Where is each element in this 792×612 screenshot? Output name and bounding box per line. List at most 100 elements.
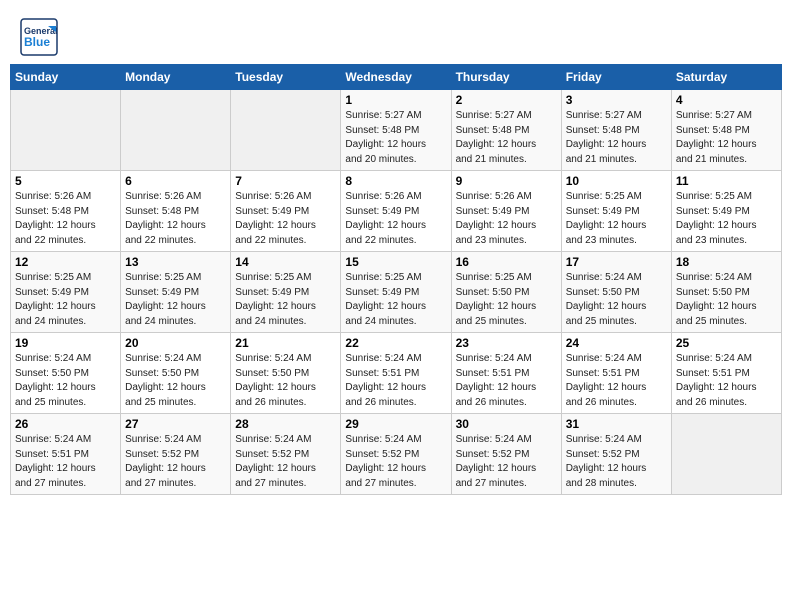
calendar-day-cell: 5 Sunrise: 5:26 AMSunset: 5:48 PMDaylight… [11,171,121,252]
day-number: 17 [566,255,667,269]
calendar-day-cell: 14Sunrise: 5:25 AMSunset: 5:49 PMDayligh… [231,252,341,333]
day-number: 8 [345,174,446,188]
day-info: Sunrise: 5:26 AMSunset: 5:48 PMDaylight:… [15,190,116,248]
day-info: Sunrise: 5:24 AMSunset: 5:52 PMDaylight:… [125,433,226,491]
day-of-week-header: Tuesday [231,65,341,90]
day-number: 22 [345,336,446,350]
day-info: Sunrise: 5:25 AMSunset: 5:49 PMDaylight:… [125,271,226,329]
calendar-day-cell: 25 Sunrise: 5:24 AMSunset: 5:51 PMDayligh… [671,333,781,414]
day-number: 26 [15,417,116,431]
calendar-day-cell: 17Sunrise: 5:24 AMSunset: 5:50 PMDayligh… [561,252,671,333]
day-info: Sunrise: 5:25 AMSunset: 5:49 PMDaylight:… [15,271,116,329]
day-number: 5 [15,174,116,188]
calendar-day-cell: 8Sunrise: 5:26 AMSunset: 5:49 PMDaylight… [341,171,451,252]
day-info: Sunrise: 5:26 AMSunset: 5:49 PMDaylight:… [456,190,557,248]
day-info: Sunrise: 5:24 AMSunset: 5:51 PMDaylight:… [345,352,446,410]
day-of-week-header: Saturday [671,65,781,90]
calendar-day-cell: 16 Sunrise: 5:25 AMSunset: 5:50 PMDayligh… [451,252,561,333]
calendar-day-cell: 31 Sunrise: 5:24 AMSunset: 5:52 PMDayligh… [561,414,671,495]
day-info: Sunrise: 5:24 AMSunset: 5:52 PMDaylight:… [456,433,557,491]
day-info: Sunrise: 5:24 AMSunset: 5:51 PMDaylight:… [15,433,116,491]
calendar-day-cell: 4Sunrise: 5:27 AMSunset: 5:48 PMDaylight… [671,90,781,171]
day-info: Sunrise: 5:24 AMSunset: 5:50 PMDaylight:… [15,352,116,410]
calendar-day-cell: 2Sunrise: 5:27 AMSunset: 5:48 PMDaylight… [451,90,561,171]
calendar-day-cell [671,414,781,495]
day-number: 31 [566,417,667,431]
calendar-day-cell: 27 Sunrise: 5:24 AMSunset: 5:52 PMDayligh… [121,414,231,495]
calendar-day-cell: 22 Sunrise: 5:24 AMSunset: 5:51 PMDayligh… [341,333,451,414]
calendar-day-cell [121,90,231,171]
calendar-day-cell: 26 Sunrise: 5:24 AMSunset: 5:51 PMDayligh… [11,414,121,495]
day-info: Sunrise: 5:24 AMSunset: 5:51 PMDaylight:… [566,352,667,410]
calendar-day-cell: 29 Sunrise: 5:24 AMSunset: 5:52 PMDayligh… [341,414,451,495]
calendar-day-cell: 30Sunrise: 5:24 AMSunset: 5:52 PMDayligh… [451,414,561,495]
day-of-week-header: Monday [121,65,231,90]
day-number: 3 [566,93,667,107]
calendar-day-cell: 3 Sunrise: 5:27 AMSunset: 5:48 PMDaylight… [561,90,671,171]
day-info: Sunrise: 5:24 AMSunset: 5:52 PMDaylight:… [345,433,446,491]
day-number: 20 [125,336,226,350]
calendar-week-row: 19 Sunrise: 5:24 AMSunset: 5:50 PMDayligh… [11,333,782,414]
calendar-day-cell: 18Sunrise: 5:24 AMSunset: 5:50 PMDayligh… [671,252,781,333]
day-number: 24 [566,336,667,350]
calendar-day-cell: 24 Sunrise: 5:24 AMSunset: 5:51 PMDayligh… [561,333,671,414]
day-info: Sunrise: 5:25 AMSunset: 5:49 PMDaylight:… [345,271,446,329]
logo: General Blue [20,18,62,56]
calendar: SundayMondayTuesdayWednesdayThursdayFrid… [10,64,782,495]
calendar-day-cell [231,90,341,171]
day-number: 23 [456,336,557,350]
day-info: Sunrise: 5:27 AMSunset: 5:48 PMDaylight:… [566,109,667,167]
day-number: 29 [345,417,446,431]
day-info: Sunrise: 5:24 AMSunset: 5:51 PMDaylight:… [456,352,557,410]
day-info: Sunrise: 5:26 AMSunset: 5:48 PMDaylight:… [125,190,226,248]
calendar-week-row: 5 Sunrise: 5:26 AMSunset: 5:48 PMDaylight… [11,171,782,252]
calendar-day-cell: 11Sunrise: 5:25 AMSunset: 5:49 PMDayligh… [671,171,781,252]
calendar-header-row: SundayMondayTuesdayWednesdayThursdayFrid… [11,65,782,90]
day-number: 25 [676,336,777,350]
calendar-day-cell: 15 Sunrise: 5:25 AMSunset: 5:49 PMDayligh… [341,252,451,333]
calendar-day-cell: 19 Sunrise: 5:24 AMSunset: 5:50 PMDayligh… [11,333,121,414]
calendar-day-cell: 7 Sunrise: 5:26 AMSunset: 5:49 PMDaylight… [231,171,341,252]
day-number: 13 [125,255,226,269]
day-of-week-header: Thursday [451,65,561,90]
calendar-day-cell: 12 Sunrise: 5:25 AMSunset: 5:49 PMDayligh… [11,252,121,333]
day-info: Sunrise: 5:25 AMSunset: 5:49 PMDaylight:… [566,190,667,248]
page-header: General Blue [10,10,782,60]
day-number: 7 [235,174,336,188]
calendar-day-cell [11,90,121,171]
day-number: 6 [125,174,226,188]
day-info: Sunrise: 5:27 AMSunset: 5:48 PMDaylight:… [456,109,557,167]
day-of-week-header: Wednesday [341,65,451,90]
day-info: Sunrise: 5:24 AMSunset: 5:50 PMDaylight:… [125,352,226,410]
day-number: 19 [15,336,116,350]
svg-text:Blue: Blue [24,35,50,49]
day-info: Sunrise: 5:24 AMSunset: 5:50 PMDaylight:… [676,271,777,329]
day-info: Sunrise: 5:27 AMSunset: 5:48 PMDaylight:… [345,109,446,167]
day-info: Sunrise: 5:26 AMSunset: 5:49 PMDaylight:… [235,190,336,248]
calendar-week-row: 1Sunrise: 5:27 AMSunset: 5:48 PMDaylight… [11,90,782,171]
calendar-day-cell: 1Sunrise: 5:27 AMSunset: 5:48 PMDaylight… [341,90,451,171]
day-info: Sunrise: 5:25 AMSunset: 5:50 PMDaylight:… [456,271,557,329]
day-number: 21 [235,336,336,350]
day-number: 15 [345,255,446,269]
day-number: 10 [566,174,667,188]
day-info: Sunrise: 5:24 AMSunset: 5:50 PMDaylight:… [235,352,336,410]
day-info: Sunrise: 5:25 AMSunset: 5:49 PMDaylight:… [676,190,777,248]
day-number: 14 [235,255,336,269]
calendar-day-cell: 23 Sunrise: 5:24 AMSunset: 5:51 PMDayligh… [451,333,561,414]
day-of-week-header: Sunday [11,65,121,90]
calendar-day-cell: 6 Sunrise: 5:26 AMSunset: 5:48 PMDaylight… [121,171,231,252]
day-number: 9 [456,174,557,188]
day-number: 28 [235,417,336,431]
day-number: 16 [456,255,557,269]
day-number: 27 [125,417,226,431]
day-info: Sunrise: 5:24 AMSunset: 5:52 PMDaylight:… [566,433,667,491]
day-of-week-header: Friday [561,65,671,90]
calendar-week-row: 26 Sunrise: 5:24 AMSunset: 5:51 PMDayligh… [11,414,782,495]
calendar-week-row: 12 Sunrise: 5:25 AMSunset: 5:49 PMDayligh… [11,252,782,333]
calendar-day-cell: 28 Sunrise: 5:24 AMSunset: 5:52 PMDayligh… [231,414,341,495]
day-info: Sunrise: 5:27 AMSunset: 5:48 PMDaylight:… [676,109,777,167]
day-number: 12 [15,255,116,269]
day-info: Sunrise: 5:24 AMSunset: 5:52 PMDaylight:… [235,433,336,491]
day-info: Sunrise: 5:24 AMSunset: 5:51 PMDaylight:… [676,352,777,410]
